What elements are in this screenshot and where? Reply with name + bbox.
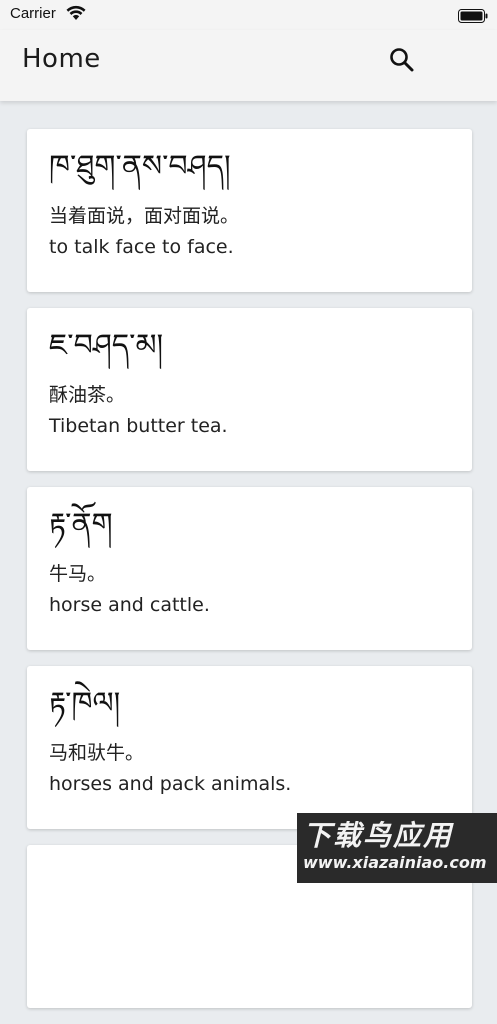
watermark-url: www.xiazainiao.com <box>303 853 487 872</box>
tibetan-text: རྟ་ནོག <box>49 507 113 542</box>
phrase-list: ཁ་ཐུག་ནས་བཤད། 当着面说，面对面说。 to talk face to… <box>27 129 472 1024</box>
phrase-card[interactable]: རྟ་ཁེལ། 马和驮牛。 horses and pack animals. <box>27 666 472 829</box>
chinese-text: 酥油茶。 <box>49 384 126 406</box>
chinese-text: 当着面说，面对面说。 <box>49 205 240 227</box>
english-text: to talk face to face. <box>49 236 234 258</box>
phrase-card[interactable]: ཁ་ཐུག་ནས་བཤད། 当着面说，面对面说。 to talk face to… <box>27 129 472 292</box>
search-icon <box>390 48 414 72</box>
carrier-label: Carrier <box>10 5 56 22</box>
chinese-text: 马和驮牛。 <box>49 742 145 764</box>
app-bar: Home <box>0 30 497 101</box>
tibetan-text: ཁ་ཐུག་ནས་བཤད། <box>49 149 231 184</box>
english-text: horse and cattle. <box>49 594 210 616</box>
wifi-icon <box>66 5 86 21</box>
battery-icon <box>458 8 488 23</box>
chinese-text: 牛马。 <box>49 563 107 585</box>
tibetan-text: རྟ་ཁེལ། <box>49 686 121 721</box>
status-bar: Carrier <box>0 0 497 30</box>
english-text: Tibetan butter tea. <box>49 415 228 437</box>
phrase-card[interactable]: ཇ་བཤད་མ། 酥油茶。 Tibetan butter tea. <box>27 308 472 471</box>
phrase-card[interactable]: རྟ་ནོག 牛马。 horse and cattle. <box>27 487 472 650</box>
search-button[interactable] <box>384 42 420 78</box>
watermark-title: 下载鸟应用 <box>303 819 454 852</box>
page-title: Home <box>22 44 101 74</box>
watermark-logo: 下载鸟应用 www.xiazainiao.com <box>297 813 497 883</box>
english-text: horses and pack animals. <box>49 773 292 795</box>
tibetan-text: ཇ་བཤད་མ། <box>49 328 164 363</box>
